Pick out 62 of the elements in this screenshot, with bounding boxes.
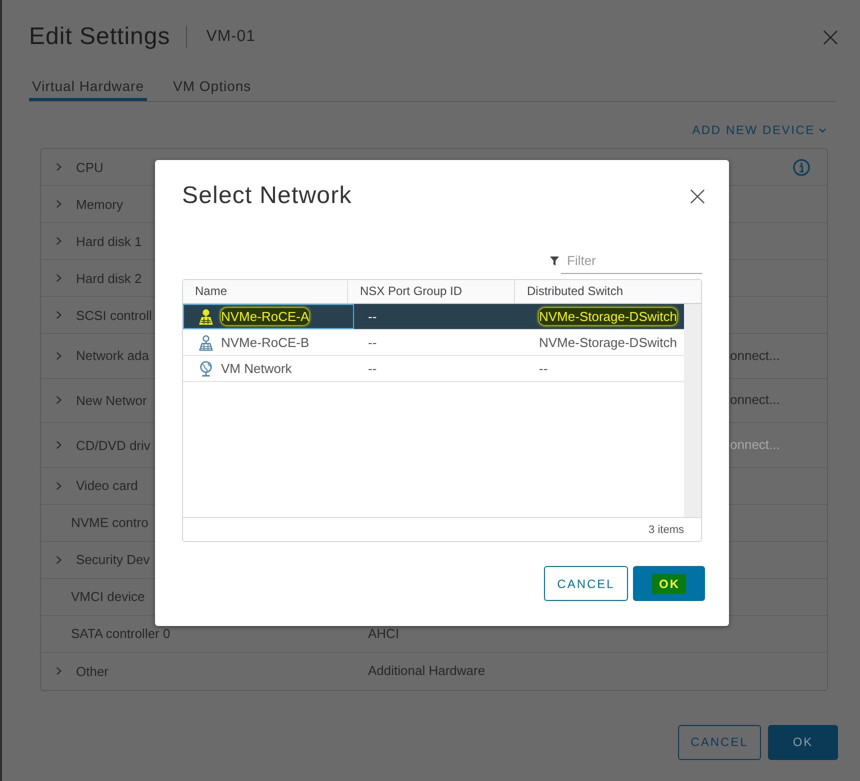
hardware-label: Memory [76,196,123,212]
hardware-label: Other [76,664,109,679]
chevron-right-icon[interactable] [56,554,62,565]
chevron-right-icon[interactable] [56,273,62,283]
hardware-label: New Networ [76,392,147,408]
item-count: 3 items [648,524,684,536]
table-row[interactable]: VM Network -- -- [183,356,684,382]
column-header[interactable]: NSX Port Group ID [348,280,515,303]
hardware-label: Hard disk 2 [76,270,142,286]
hardware-label: CD/DVD driv [76,438,150,453]
chevron-right-icon[interactable] [56,199,62,209]
network-name: NVMe-RoCE-A [221,308,310,325]
hardware-label: SATA controller 0 [71,626,170,642]
chevron-right-icon[interactable] [56,480,62,491]
column-header[interactable]: Name [183,280,348,303]
ok-button[interactable]: OK [633,566,705,601]
chevron-right-icon[interactable] [56,236,62,246]
dialog-title: Edit Settings [29,23,170,51]
connect-label: onnect... [730,348,780,363]
hardware-label: CPU [76,160,104,174]
chevron-right-icon[interactable] [56,310,62,320]
connect-label: onnect... [730,392,780,408]
hardware-label: VMCI device [71,589,145,604]
hardware-label: Video card [76,478,138,494]
switch-name: -- [539,360,548,377]
hardware-label: Security Dev [76,552,150,568]
tab[interactable]: VM Options [170,74,254,101]
vm-name: VM-01 [206,28,256,46]
dialog-title: Select Network [182,182,352,210]
caret-icon [819,128,826,132]
port-group-id: -- [368,334,377,351]
port-group-id: -- [368,308,377,325]
scrollbar[interactable] [684,304,701,517]
hardware-value: AHCI [368,626,400,641]
info-icon[interactable] [793,158,810,176]
table-row[interactable]: NVMe-RoCE-A -- NVMe-Storage-DSwitch [183,304,684,330]
chevron-right-icon[interactable] [56,666,62,676]
globe-icon [199,360,213,376]
hardware-label: NVME contro [71,515,148,530]
tab[interactable]: Virtual Hardware [29,74,148,101]
column-header[interactable]: Distributed Switch [515,280,701,303]
chevron-right-icon[interactable] [56,395,62,406]
network-name: VM Network [221,360,292,377]
port-group-id: -- [368,360,377,377]
connect-label: onnect... [730,437,780,452]
cancel-button[interactable]: CANCEL [544,566,628,601]
switch-name: NVMe-Storage-DSwitch [539,334,677,351]
hardware-label: Network ada [76,348,149,364]
close-icon[interactable] [690,188,705,204]
hardware-label: SCSI controll [76,308,152,322]
network-name: NVMe-RoCE-B [221,334,310,351]
hardware-value: Additional Hardware [368,663,486,678]
hardware-label: Hard disk 1 [76,234,142,248]
filter-icon [550,256,559,266]
chevron-right-icon[interactable] [56,350,62,361]
close-icon[interactable] [823,30,838,44]
switch-name: NVMe-Storage-DSwitch [539,308,677,325]
filter-field[interactable]: Filter [561,248,702,274]
ok-button[interactable]: OK [768,724,838,760]
chevron-right-icon[interactable] [56,440,62,450]
table-row[interactable]: NVMe-RoCE-B -- NVMe-Storage-DSwitch [183,330,684,356]
chevron-right-icon[interactable] [56,162,62,172]
